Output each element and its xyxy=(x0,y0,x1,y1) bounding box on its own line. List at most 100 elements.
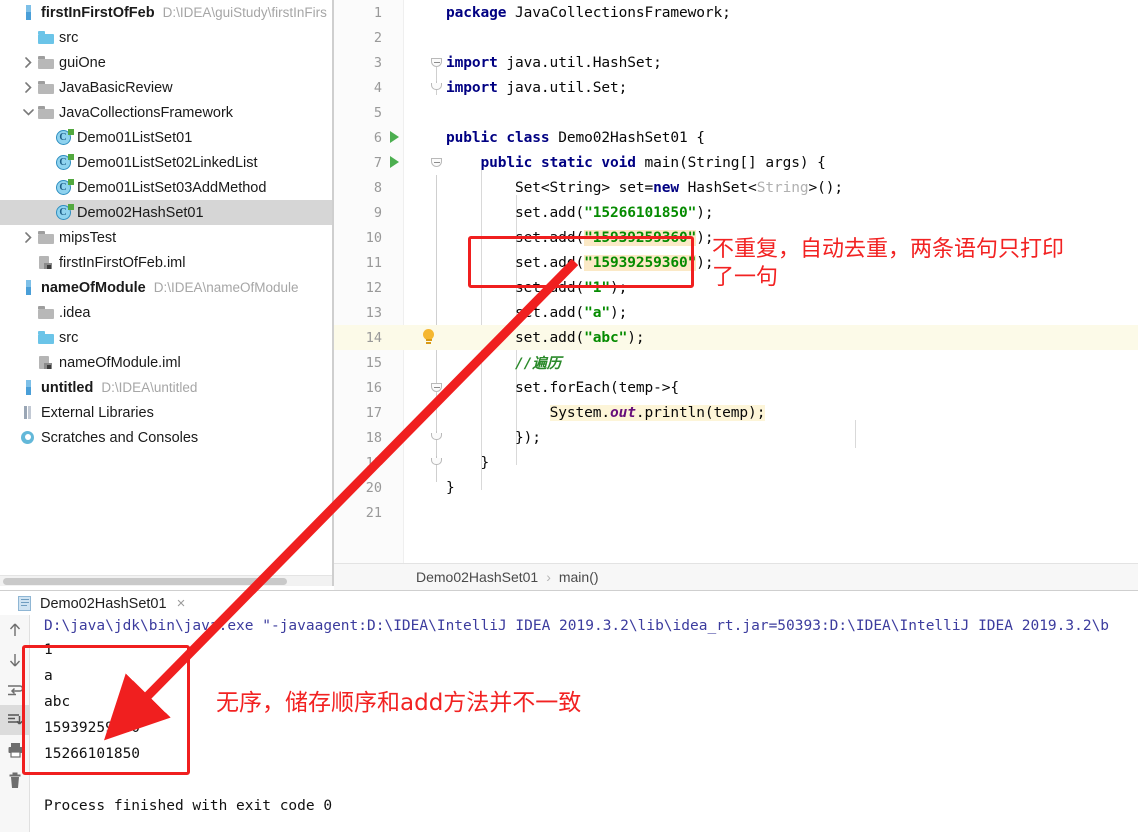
code-text: }); xyxy=(446,429,541,446)
tree-item-label: nameOfModule.iml xyxy=(59,354,181,371)
tree-item-label: nameOfModule xyxy=(41,279,146,296)
code-fold-icon[interactable] xyxy=(430,456,443,469)
module-icon xyxy=(25,280,31,295)
code-line[interactable]: 15 //遍历 xyxy=(334,350,1138,375)
tree-item-src[interactable]: src xyxy=(0,325,332,350)
line-number: 7 xyxy=(373,154,382,171)
chevron-down-icon[interactable] xyxy=(20,108,36,117)
run-tab-demo02hashset01[interactable]: Demo02HashSet01 × xyxy=(18,595,185,612)
code-fold-icon[interactable] xyxy=(430,156,443,169)
tree-item-icon xyxy=(36,306,56,319)
tree-item-firstinfirstoffeb[interactable]: firstInFirstOfFeb D:\IDEA\guiStudy\firstI… xyxy=(0,0,332,25)
code-line[interactable]: 9 set.add("15266101850"); xyxy=(334,200,1138,225)
tree-item-demo01listset02linkedlist[interactable]: C Demo01ListSet02LinkedList xyxy=(0,150,332,175)
chevron-right-icon[interactable] xyxy=(20,82,36,93)
arrow-down-icon[interactable] xyxy=(0,645,30,675)
scroll-to-end-icon[interactable] xyxy=(0,705,30,735)
line-number: 15 xyxy=(365,354,382,371)
tree-item-src[interactable]: src xyxy=(0,25,332,50)
code-text: set.add("15266101850"); xyxy=(446,204,714,221)
tree-item-nameofmodule-iml[interactable]: nameOfModule.iml xyxy=(0,350,332,375)
console-toolbar xyxy=(0,615,30,832)
lightbulb-icon[interactable] xyxy=(422,329,435,346)
arrow-up-icon[interactable] xyxy=(0,615,30,645)
code-fold-icon[interactable] xyxy=(430,81,443,94)
tree-item-icon xyxy=(36,255,56,270)
soft-wrap-icon[interactable] xyxy=(0,675,30,705)
code-line[interactable]: 21 xyxy=(334,500,1138,525)
code-line[interactable]: 3 import java.util.HashSet; xyxy=(334,50,1138,75)
tree-item-idea[interactable]: .idea xyxy=(0,300,332,325)
code-line[interactable]: 7 public static void main(String[] args)… xyxy=(334,150,1138,175)
console-output-line: 15939259360 xyxy=(44,720,141,736)
code-line[interactable]: 14 set.add("abc"); xyxy=(334,325,1138,350)
line-number: 2 xyxy=(373,29,382,46)
arrow-up-glyph xyxy=(9,623,21,636)
code-text: import java.util.Set; xyxy=(446,79,628,96)
java-class-icon: C xyxy=(55,179,74,196)
tree-item-javacollectionsframework[interactable]: JavaCollectionsFramework xyxy=(0,100,332,125)
tree-item-icon xyxy=(36,355,56,370)
tree-item-label: JavaBasicReview xyxy=(59,79,173,96)
code-fold-icon[interactable] xyxy=(430,56,443,69)
tree-item-demo01listset01[interactable]: C Demo01ListSet01 xyxy=(0,125,332,150)
tree-item-icon xyxy=(36,231,56,244)
tree-item-mipstest[interactable]: mipsTest xyxy=(0,225,332,250)
breadcrumb-method[interactable]: main() xyxy=(559,569,599,585)
line-number: 18 xyxy=(365,429,382,446)
tree-item-javabasicreview[interactable]: JavaBasicReview xyxy=(0,75,332,100)
tree-item-icon: C xyxy=(54,129,74,146)
code-line[interactable]: 4 import java.util.Set; xyxy=(334,75,1138,100)
tree-item-external-libraries[interactable]: External Libraries xyxy=(0,400,332,425)
console-file-icon xyxy=(18,596,33,611)
code-line[interactable]: 16 set.forEach(temp->{ xyxy=(334,375,1138,400)
code-line[interactable]: 5 xyxy=(334,100,1138,125)
line-number: 14 xyxy=(365,329,382,346)
code-line[interactable]: 2 xyxy=(334,25,1138,50)
tree-item-label: untitled xyxy=(41,379,94,396)
code-line[interactable]: 20} xyxy=(334,475,1138,500)
run-gutter-icon[interactable] xyxy=(390,156,399,168)
scratches-icon xyxy=(20,430,36,445)
code-text: //遍历 xyxy=(515,356,562,372)
code-line[interactable]: 1 package JavaCollectionsFramework; xyxy=(334,0,1138,25)
run-gutter-icon[interactable] xyxy=(390,131,399,143)
tree-item-icon xyxy=(18,405,38,420)
code-fold-icon[interactable] xyxy=(430,431,443,444)
tree-item-path: D:\IDEA\guiStudy\firstInFirs xyxy=(162,5,327,20)
tree-item-scratches-and-consoles[interactable]: Scratches and Consoles xyxy=(0,425,332,450)
code-line[interactable]: 18 }); xyxy=(334,425,1138,450)
tree-item-icon xyxy=(18,5,38,20)
folder-blue-icon xyxy=(38,31,54,44)
chevron-right-icon[interactable] xyxy=(20,57,36,68)
breadcrumb-class[interactable]: Demo02HashSet01 xyxy=(416,569,538,585)
tree-item-untitled[interactable]: untitled D:\IDEA\untitled xyxy=(0,375,332,400)
code-text: } xyxy=(446,479,455,496)
close-icon[interactable]: × xyxy=(177,595,186,612)
tree-item-nameofmodule[interactable]: nameOfModule D:\IDEA\nameOfModule xyxy=(0,275,332,300)
java-class-icon: C xyxy=(55,129,74,146)
breadcrumb[interactable]: Demo02HashSet01 › main() xyxy=(334,563,1138,590)
console-output[interactable]: D:\java\jdk\bin\java.exe "-javaagent:D:\… xyxy=(30,616,1138,832)
project-horizontal-scrollbar[interactable] xyxy=(0,575,332,586)
code-line[interactable]: 19 } xyxy=(334,450,1138,475)
trash-icon[interactable] xyxy=(0,765,30,795)
tree-item-icon xyxy=(36,81,56,94)
code-line[interactable]: 6 public class Demo02HashSet01 { xyxy=(334,125,1138,150)
line-number: 13 xyxy=(365,304,382,321)
code-fold-icon[interactable] xyxy=(430,381,443,394)
tree-item-demo01listset03addmethod[interactable]: C Demo01ListSet03AddMethod xyxy=(0,175,332,200)
chevron-right-icon[interactable] xyxy=(20,232,36,243)
code-line[interactable]: 8 Set<String> set=new HashSet<String>(); xyxy=(334,175,1138,200)
tree-item-label: Scratches and Consoles xyxy=(41,429,199,446)
code-text: set.add("abc"); xyxy=(446,329,645,346)
line-number: 3 xyxy=(373,54,382,71)
tree-item-icon xyxy=(36,106,56,119)
tree-item-demo02hashset01[interactable]: C Demo02HashSet01 xyxy=(0,200,332,225)
scrollbar-thumb[interactable] xyxy=(3,578,287,585)
code-line[interactable]: 17 System.out.println(temp); xyxy=(334,400,1138,425)
code-line[interactable]: 13 set.add("a"); xyxy=(334,300,1138,325)
print-icon[interactable] xyxy=(0,735,30,765)
tree-item-firstinfirstoffeb-iml[interactable]: firstInFirstOfFeb.iml xyxy=(0,250,332,275)
tree-item-guione[interactable]: guiOne xyxy=(0,50,332,75)
